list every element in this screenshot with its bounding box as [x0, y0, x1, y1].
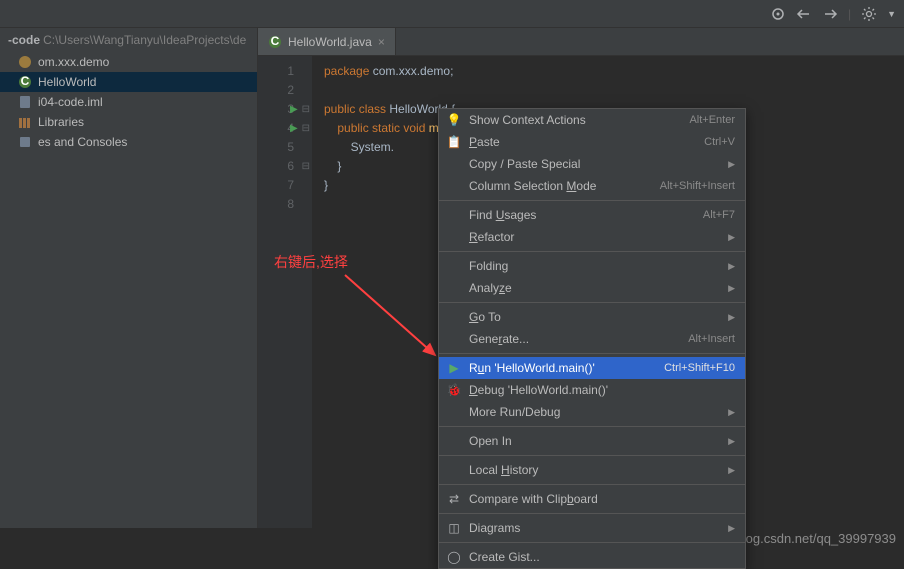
tab-helloworld[interactable]: C HelloWorld.java × — [258, 28, 396, 55]
tree-item-om-xxx-demo[interactable]: om.xxx.demo — [0, 52, 257, 72]
project-tree: -code C:\Users\WangTianyu\IdeaProjects\d… — [0, 28, 258, 528]
menu-copy-paste-special[interactable]: Copy / Paste Special▶ — [439, 153, 745, 175]
menu-compare-with-clipboard[interactable]: ⇄Compare with Clipboard — [439, 488, 745, 510]
compare-icon: ⇄ — [447, 492, 461, 506]
run-gutter-icon[interactable]: ▶ — [290, 119, 298, 138]
submenu-arrow-icon: ▶ — [728, 159, 735, 170]
close-icon[interactable]: × — [378, 35, 385, 49]
main-toolbar: | ▼ — [0, 0, 904, 28]
fold-icon[interactable]: ⊟ — [302, 100, 310, 119]
dropdown-icon[interactable]: ▼ — [887, 9, 896, 19]
submenu-arrow-icon: ▶ — [728, 523, 735, 534]
menu-local-history[interactable]: Local History▶ — [439, 459, 745, 481]
debug-icon: 🐞 — [447, 383, 461, 397]
menu-show-context-actions[interactable]: 💡Show Context ActionsAlt+Enter — [439, 109, 745, 131]
submenu-arrow-icon: ▶ — [728, 465, 735, 476]
arrow-annotation — [340, 270, 450, 370]
lib-icon — [18, 115, 32, 129]
submenu-arrow-icon: ▶ — [728, 436, 735, 447]
menu-find-usages[interactable]: Find UsagesAlt+F7 — [439, 204, 745, 226]
gear-icon[interactable] — [861, 6, 877, 22]
fold-icon[interactable]: ⊟ — [302, 119, 310, 138]
menu-debug-helloworld-main[interactable]: 🐞Debug 'HelloWorld.main()' — [439, 379, 745, 401]
menu-folding[interactable]: Folding▶ — [439, 255, 745, 277]
menu-open-in[interactable]: Open In▶ — [439, 430, 745, 452]
fold-icon[interactable]: ⊟ — [302, 157, 310, 176]
context-menu: 💡Show Context ActionsAlt+Enter📋PasteCtrl… — [438, 108, 746, 569]
run-gutter-icon[interactable]: ▶ — [290, 100, 298, 119]
submenu-arrow-icon: ▶ — [728, 232, 735, 243]
submenu-arrow-icon: ▶ — [728, 261, 735, 272]
submenu-arrow-icon: ▶ — [728, 312, 735, 323]
tree-item-libraries[interactable]: Libraries — [0, 112, 257, 132]
submenu-arrow-icon: ▶ — [728, 407, 735, 418]
menu-generate[interactable]: Generate...Alt+Insert — [439, 328, 745, 350]
bulb-icon: 💡 — [447, 113, 461, 127]
menu-go-to[interactable]: Go To▶ — [439, 306, 745, 328]
file-icon — [18, 95, 32, 109]
menu-column-selection-mode[interactable]: Column Selection ModeAlt+Shift+Insert — [439, 175, 745, 197]
diagram-icon: ◫ — [447, 521, 461, 535]
class-icon: C — [18, 75, 32, 89]
paste-icon: 📋 — [447, 135, 461, 149]
tab-label: HelloWorld.java — [288, 35, 372, 49]
tree-item-es-and-consoles[interactable]: es and Consoles — [0, 132, 257, 152]
run-icon: ▶ — [447, 361, 461, 375]
package-icon — [18, 55, 32, 69]
svg-text:C: C — [21, 75, 30, 88]
github-icon: ◯ — [447, 550, 461, 564]
svg-text:C: C — [271, 35, 280, 48]
step-over-icon[interactable] — [822, 6, 838, 22]
menu-more-run-debug[interactable]: More Run/Debug▶ — [439, 401, 745, 423]
tree-item-i04-code-iml[interactable]: i04-code.iml — [0, 92, 257, 112]
editor-tabs: C HelloWorld.java × — [258, 28, 904, 56]
target-icon[interactable] — [770, 6, 786, 22]
menu-run-helloworld-main[interactable]: ▶Run 'HelloWorld.main()'Ctrl+Shift+F10 — [439, 357, 745, 379]
tree-item-helloworld[interactable]: CHelloWorld — [0, 72, 257, 92]
breadcrumb: -code C:\Users\WangTianyu\IdeaProjects\d… — [0, 28, 257, 52]
submenu-arrow-icon: ▶ — [728, 283, 735, 294]
annotation-text: 右键后,选择 — [274, 252, 348, 272]
step-back-icon[interactable] — [796, 6, 812, 22]
menu-paste[interactable]: 📋PasteCtrl+V — [439, 131, 745, 153]
menu-refactor[interactable]: Refactor▶ — [439, 226, 745, 248]
menu-analyze[interactable]: Analyze▶ — [439, 277, 745, 299]
scratch-icon — [18, 135, 32, 149]
menu-create-gist[interactable]: ◯Create Gist... — [439, 546, 745, 568]
class-icon: C — [268, 35, 282, 49]
gutter: 12▶3⊟▶4⊟56⊟78 — [258, 56, 312, 528]
menu-diagrams[interactable]: ◫Diagrams▶ — [439, 517, 745, 539]
